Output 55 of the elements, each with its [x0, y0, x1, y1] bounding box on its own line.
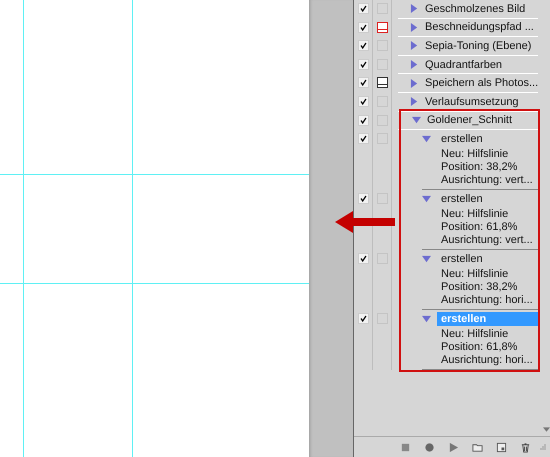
step-detail: Ausrichtung: vert...	[440, 234, 534, 248]
checkbox[interactable]	[358, 253, 368, 264]
dialog-toggle-icon[interactable]	[376, 77, 388, 88]
resize-grip-icon[interactable]	[538, 443, 546, 451]
left-arrow	[335, 209, 395, 235]
new-item-icon[interactable]	[496, 442, 507, 452]
scroll-down-icon[interactable]	[543, 427, 550, 432]
trash-icon[interactable]	[520, 442, 531, 452]
collapse-triangle-icon[interactable]	[410, 4, 419, 14]
checkbox[interactable]	[358, 193, 368, 204]
step-name[interactable]: erstellen	[437, 252, 538, 266]
record-icon[interactable]	[424, 442, 435, 452]
expand-triangle-icon[interactable]	[422, 254, 431, 264]
collapse-triangle-icon[interactable]	[410, 22, 419, 32]
checkbox[interactable]	[358, 133, 368, 144]
step-detail: Neu: Hilfslinie	[440, 268, 510, 282]
action-name[interactable]: Quadrantfarben	[425, 58, 502, 71]
folder-icon[interactable]	[472, 442, 483, 452]
action-name[interactable]: Verlaufsumsetzung	[425, 96, 519, 108]
action-name[interactable]: Beschneidungspfad ...	[425, 21, 534, 34]
step-detail: Ausrichtung: hori...	[440, 294, 534, 308]
step-detail: Ausrichtung: hori...	[440, 354, 534, 368]
checkbox[interactable]	[358, 22, 368, 33]
expand-triangle-icon[interactable]	[422, 314, 431, 324]
action-name[interactable]: Goldener_Schnitt	[427, 114, 512, 126]
step-detail: Position: 38,2%	[440, 161, 518, 174]
step-detail: Neu: Hilfslinie	[440, 148, 510, 162]
checkbox[interactable]	[358, 96, 368, 107]
checkbox[interactable]	[358, 77, 368, 88]
checkbox[interactable]	[358, 40, 368, 52]
step-detail: Ausrichtung: vert...	[440, 174, 534, 188]
expand-triangle-icon[interactable]	[422, 194, 431, 204]
checkbox[interactable]	[358, 3, 368, 14]
step-detail: Position: 38,2%	[440, 281, 518, 294]
checkbox[interactable]	[358, 313, 368, 324]
collapse-triangle-icon[interactable]	[410, 78, 419, 88]
stop-icon[interactable]	[400, 442, 411, 452]
collapse-triangle-icon[interactable]	[410, 97, 419, 106]
expand-triangle-icon[interactable]	[422, 134, 431, 144]
action-name[interactable]: Geschmolzenes Bild	[425, 2, 526, 15]
expand-triangle-icon[interactable]	[412, 116, 421, 125]
step-name[interactable]: erstellen	[437, 132, 538, 146]
action-name[interactable]: Sepia-Toning (Ebene)	[425, 40, 532, 52]
step-detail: Position: 61,8%	[440, 341, 518, 354]
action-name[interactable]: Speichern als Photos...	[425, 77, 538, 90]
step-detail: Neu: Hilfslinie	[440, 328, 510, 342]
dialog-toggle-icon[interactable]	[376, 22, 388, 33]
checkbox[interactable]	[358, 114, 368, 126]
step-detail: Position: 61,8%	[440, 221, 518, 234]
collapse-triangle-icon[interactable]	[410, 41, 419, 50]
step-detail: Neu: Hilfslinie	[440, 208, 510, 222]
play-icon[interactable]	[448, 442, 459, 452]
checkbox[interactable]	[358, 58, 368, 70]
step-name[interactable]: erstellen	[437, 192, 538, 206]
collapse-triangle-icon[interactable]	[410, 60, 419, 70]
